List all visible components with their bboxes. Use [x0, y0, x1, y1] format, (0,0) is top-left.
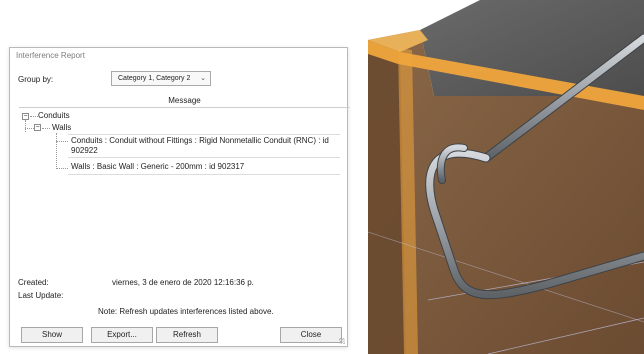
tree-node-conduits[interactable]: Conduits [38, 111, 70, 121]
collapse-icon[interactable]: − [22, 113, 29, 120]
tree-connector [30, 116, 38, 117]
collapse-icon[interactable]: − [34, 124, 41, 131]
message-column-header[interactable]: Message [19, 94, 350, 108]
tree-connector [25, 120, 26, 132]
dialog-title: Interference Report [16, 51, 85, 60]
tree-item-wall[interactable]: Walls : Basic Wall : Generic - 200mm : i… [68, 161, 340, 175]
refresh-button[interactable]: Refresh [156, 327, 218, 343]
interference-report-dialog: Interference Report Group by: Category 1… [9, 47, 350, 347]
tree-connector [56, 133, 57, 169]
resize-grip[interactable] [339, 338, 345, 344]
tree-connector [56, 168, 68, 169]
created-value: viernes, 3 de enero de 2020 12:16:36 p. [112, 278, 254, 287]
refresh-note: Note: Refresh updates interferences list… [98, 307, 274, 316]
group-by-label: Group by: [18, 75, 54, 84]
wall-conduit-3d-view [368, 0, 644, 354]
last-update-label: Last Update: [18, 291, 64, 300]
model-viewport[interactable] [368, 0, 644, 354]
chevron-down-icon: ⌄ [200, 75, 206, 82]
created-label: Created: [18, 278, 49, 287]
tree-connector [56, 141, 68, 142]
show-button[interactable]: Show [21, 327, 83, 343]
export-button[interactable]: Export... [91, 327, 153, 343]
group-by-value: Category 1, Category 2 [118, 75, 191, 82]
tree-connector [25, 128, 34, 129]
tree-connector [42, 128, 50, 129]
tree-item-conduit[interactable]: Conduits : Conduit without Fittings : Ri… [68, 134, 340, 158]
close-button[interactable]: Close [280, 327, 342, 343]
group-by-select[interactable]: Category 1, Category 2 ⌄ [111, 71, 211, 86]
tree-node-walls[interactable]: Walls [52, 123, 71, 133]
